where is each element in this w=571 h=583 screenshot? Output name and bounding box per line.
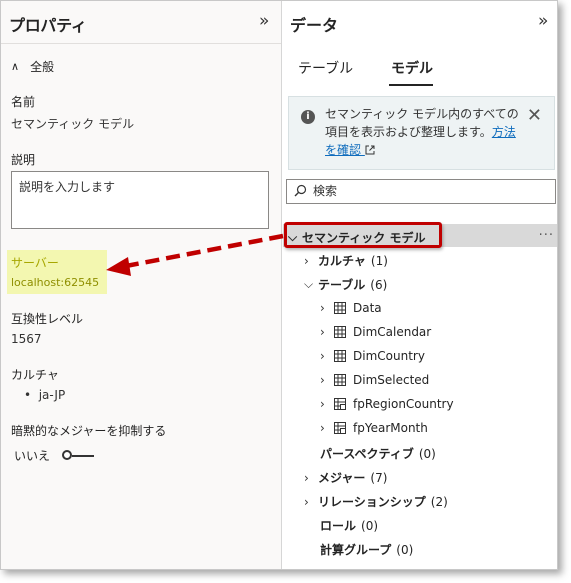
more-options-icon[interactable]: ··· xyxy=(539,228,554,243)
calc-groups-label: 計算グループ xyxy=(320,543,392,557)
implicit-measures-toggle[interactable] xyxy=(62,449,95,462)
table-icon xyxy=(334,350,346,362)
search-input[interactable]: 検索 xyxy=(286,179,556,204)
table-icon xyxy=(334,374,346,386)
name-value: セマンティック モデル xyxy=(11,117,135,131)
chevron-right-icon: › xyxy=(304,494,309,509)
info-icon: i xyxy=(301,110,315,124)
tables-count: (6) xyxy=(370,277,388,292)
properties-pane: プロパティ » ∧ 全般 名前 セマンティック モデル 説明 説明を入力します … xyxy=(1,1,282,569)
culture-value: ja-JP xyxy=(38,388,66,402)
chevron-right-icon: › xyxy=(304,470,309,485)
tree-table-item[interactable]: › DimSelected xyxy=(320,373,429,387)
chevron-right-icon: › xyxy=(320,421,325,435)
implicit-measures-value: いいえ xyxy=(14,449,51,463)
culture-item: • ja-JP xyxy=(24,388,66,402)
description-field[interactable]: 説明を入力します xyxy=(11,171,269,229)
chevron-right-icon: › xyxy=(320,301,325,315)
implicit-measures-row: いいえ xyxy=(14,447,95,464)
section-general-label: 全般 xyxy=(30,60,55,74)
table-name: DimCountry xyxy=(353,349,425,363)
callout-box xyxy=(284,222,442,248)
implicit-measures-label: 暗黙的なメジャーを抑制する xyxy=(11,424,167,438)
relationships-label: リレーションシップ xyxy=(318,495,426,509)
tree-table-item[interactable]: › fpRegionCountry xyxy=(320,397,454,411)
data-title: データ xyxy=(290,16,339,35)
chevron-right-icon: › xyxy=(320,373,325,387)
chevron-up-icon: ∧ xyxy=(11,60,20,73)
tree-roles[interactable]: ロール (0) xyxy=(320,517,378,534)
collapse-data-icon[interactable]: » xyxy=(538,11,549,31)
tree-calc-groups[interactable]: 計算グループ (0) xyxy=(320,541,413,558)
properties-title: プロパティ xyxy=(9,16,87,35)
tree-tables[interactable]: ⌵ テーブル (6) xyxy=(304,276,387,293)
tree-cultures[interactable]: › カルチャ (1) xyxy=(304,252,388,269)
section-general-toggle[interactable]: ∧ 全般 xyxy=(11,58,54,75)
measures-count: (7) xyxy=(370,470,388,485)
table-name: Data xyxy=(353,301,382,315)
tree-table-item[interactable]: › Data xyxy=(320,301,382,315)
info-banner: i セマンティック モデル内のすべての項目を表示および整理します。方法を確認 ✕ xyxy=(288,96,555,170)
perspectives-count: (0) xyxy=(418,446,436,461)
tree-table-item[interactable]: › fpYearMonth xyxy=(320,421,428,435)
relationships-count: (2) xyxy=(430,494,448,509)
description-label: 説明 xyxy=(11,153,36,167)
header-divider xyxy=(1,43,281,44)
chevron-right-icon: › xyxy=(320,397,325,411)
search-placeholder: 検索 xyxy=(313,184,338,198)
chevron-right-icon: › xyxy=(320,325,325,339)
table-icon xyxy=(334,326,346,338)
info-message: セマンティック モデル内のすべての項目を表示および整理します。 xyxy=(325,107,519,139)
tree-perspectives[interactable]: パースペクティブ (0) xyxy=(320,445,436,462)
data-pane: データ » テーブル モデル i セマンティック モデル内のすべての項目を表示お… xyxy=(282,1,557,569)
tab-model[interactable]: モデル xyxy=(391,58,433,78)
measures-label: メジャー xyxy=(318,471,366,485)
tables-label: テーブル xyxy=(318,278,366,292)
tree-table-item[interactable]: › DimCalendar xyxy=(320,325,431,339)
tree-table-item[interactable]: › DimCountry xyxy=(320,349,425,363)
server-value: localhost:62545 xyxy=(11,276,100,289)
description-placeholder: 説明を入力します xyxy=(19,180,116,194)
close-icon[interactable]: ✕ xyxy=(527,105,542,126)
table-name: fpYearMonth xyxy=(353,421,428,435)
external-link-icon xyxy=(365,145,375,155)
calculated-table-icon xyxy=(334,398,346,410)
roles-label: ロール xyxy=(320,519,357,533)
table-name: DimCalendar xyxy=(353,325,432,339)
tree-measures[interactable]: › メジャー (7) xyxy=(304,469,387,486)
chevron-down-icon: ⌵ xyxy=(304,277,314,291)
cultures-count: (1) xyxy=(370,253,388,268)
name-label: 名前 xyxy=(11,95,36,109)
chevron-right-icon: › xyxy=(304,253,309,268)
calc-groups-count: (0) xyxy=(396,542,414,557)
tree-relationships[interactable]: › リレーションシップ (2) xyxy=(304,493,448,510)
table-name: fpRegionCountry xyxy=(353,397,454,411)
search-icon xyxy=(294,184,307,197)
active-tab-indicator xyxy=(389,84,433,86)
cultures-label: カルチャ xyxy=(318,254,366,268)
tab-tables[interactable]: テーブル xyxy=(298,58,353,78)
table-icon xyxy=(334,302,346,314)
culture-label: カルチャ xyxy=(11,368,59,382)
server-label: サーバー xyxy=(11,256,59,270)
collapse-properties-icon[interactable]: » xyxy=(259,11,270,31)
roles-count: (0) xyxy=(361,518,379,533)
calculated-table-icon xyxy=(334,422,346,434)
info-text: セマンティック モデル内のすべての項目を表示および整理します。方法を確認 xyxy=(325,105,523,159)
toggle-track xyxy=(72,454,95,457)
compat-value: 1567 xyxy=(11,332,42,346)
window: プロパティ » ∧ 全般 名前 セマンティック モデル 説明 説明を入力します … xyxy=(0,0,558,570)
chevron-right-icon: › xyxy=(320,349,325,363)
table-name: DimSelected xyxy=(353,373,430,387)
toggle-knob xyxy=(62,449,73,460)
perspectives-label: パースペクティブ xyxy=(320,447,414,461)
compat-label: 互換性レベル xyxy=(11,312,84,326)
